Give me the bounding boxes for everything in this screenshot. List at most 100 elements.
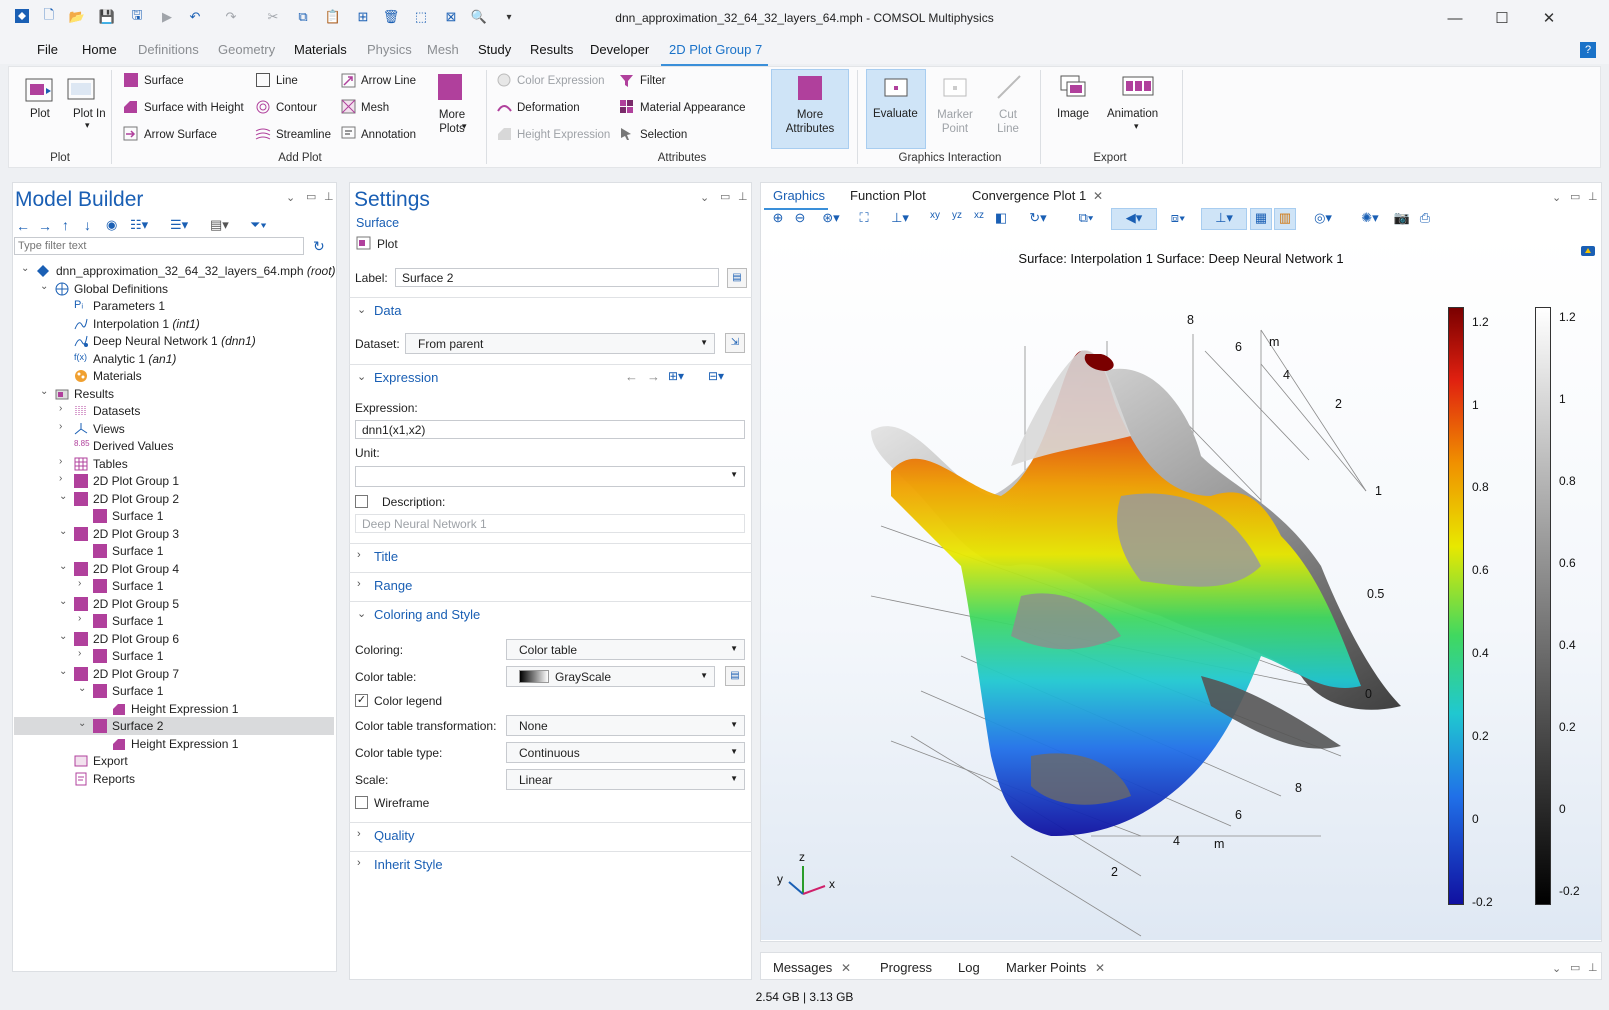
yz-plane-icon[interactable]: yz: [947, 210, 967, 228]
panel-menu-icon[interactable]: ⌄: [286, 191, 295, 204]
tab-marker-points[interactable]: Marker Points: [1006, 960, 1086, 975]
copy-icon[interactable]: ⧉: [294, 8, 312, 26]
quality-section-header[interactable]: › Quality: [349, 822, 752, 848]
tree-item-datasets[interactable]: › Datasets: [14, 402, 334, 420]
tree-item-2d-plot-group-6[interactable]: ⌄ 2D Plot Group 6: [14, 630, 334, 648]
streamline-button[interactable]: Streamline: [276, 129, 331, 141]
surface-button[interactable]: Surface: [144, 75, 184, 87]
color-legend-checkbox[interactable]: ✓: [355, 694, 368, 707]
label-options-icon[interactable]: ▤: [727, 268, 747, 288]
contour-button[interactable]: Contour: [276, 102, 317, 114]
maximize-button[interactable]: ☐: [1487, 6, 1517, 30]
animation-dropdown-icon[interactable]: ▾: [1134, 121, 1139, 132]
material-appearance-button[interactable]: Material Appearance: [640, 102, 745, 114]
panel-minimize-icon[interactable]: ▭: [306, 190, 316, 203]
panel-pin-icon[interactable]: ⊥: [1588, 961, 1598, 974]
color-expression-button[interactable]: Color Expression: [517, 75, 605, 87]
transformation-select[interactable]: None ▼: [506, 715, 745, 736]
save-as-icon[interactable]: 🖫: [128, 7, 146, 26]
plot-in-button[interactable]: Plot In: [73, 108, 106, 120]
tab-home[interactable]: Home: [82, 42, 117, 57]
coloring-section-header[interactable]: ⌄ Coloring and Style: [349, 601, 752, 627]
unit-select[interactable]: ▼: [355, 466, 745, 487]
run-icon[interactable]: ▶: [158, 8, 176, 26]
undo-icon[interactable]: ↶: [186, 8, 204, 26]
tree-item-2d-plot-group-3[interactable]: ⌄ 2D Plot Group 3: [14, 525, 334, 543]
go-to-default-view-icon[interactable]: ◧: [991, 210, 1011, 228]
tree-item-views[interactable]: › Views: [14, 420, 334, 438]
mesh-button[interactable]: Mesh: [361, 102, 389, 114]
refresh-icon[interactable]: ↻: [313, 238, 325, 255]
tree-item-2d-plot-group-5[interactable]: ⌄ 2D Plot Group 5: [14, 595, 334, 613]
tree-item-surface[interactable]: › Surface 1: [14, 577, 334, 595]
zoom-extents-icon[interactable]: ⛶: [854, 210, 874, 228]
tab-study[interactable]: Study: [478, 42, 511, 57]
panel-minimize-icon[interactable]: ▭: [1570, 961, 1580, 974]
tab-materials[interactable]: Materials: [294, 42, 347, 57]
tree-item-export[interactable]: Export: [14, 752, 334, 770]
zoom-doc-icon[interactable]: 🔍: [470, 8, 488, 26]
minimize-button[interactable]: —: [1440, 6, 1470, 30]
wireframe-checkbox[interactable]: [355, 796, 368, 809]
tree-item-2d-plot-group-7[interactable]: ⌄ 2D Plot Group 7: [14, 665, 334, 683]
insert-expression-icon[interactable]: ⊞▾: [668, 369, 684, 383]
customize-toolbar-icon[interactable]: ▾: [500, 8, 518, 26]
zoom-box-icon[interactable]: ⊛▾: [813, 210, 849, 228]
save-icon[interactable]: 💾: [98, 8, 116, 26]
tab-convergence-plot[interactable]: Convergence Plot 1: [972, 188, 1086, 203]
tree-item-global-definitions[interactable]: ⌄ Global Definitions: [14, 280, 334, 298]
reset-icon[interactable]: ✺▾: [1352, 210, 1388, 228]
tab-function-plot[interactable]: Function Plot: [850, 188, 926, 203]
go-to-source-icon[interactable]: ⇲: [725, 333, 745, 353]
open-folder-icon[interactable]: 📂: [68, 8, 86, 26]
data-section-header[interactable]: ⌄ Data: [349, 297, 752, 323]
next-arrow-icon[interactable]: →: [647, 369, 660, 384]
previous-arrow-icon[interactable]: ←: [625, 369, 638, 384]
cut-line-button[interactable]: Cut Line: [988, 108, 1028, 136]
tab-graphics[interactable]: Graphics: [773, 188, 825, 203]
tab-messages[interactable]: Messages: [773, 960, 832, 975]
selection-button[interactable]: Selection: [640, 129, 687, 141]
annotation-button[interactable]: Annotation: [361, 129, 416, 141]
zoom-in-icon[interactable]: ⊕: [768, 210, 788, 228]
animation-button[interactable]: Animation: [1107, 108, 1158, 120]
panel-minimize-icon[interactable]: ▭: [1570, 190, 1580, 203]
tab-mesh[interactable]: Mesh: [427, 42, 459, 57]
redo-icon[interactable]: ↷: [222, 8, 240, 26]
description-input[interactable]: Deep Neural Network 1: [355, 514, 745, 533]
color-table-type-select[interactable]: Continuous ▼: [506, 742, 745, 763]
tree-item-derived-values[interactable]: 8.85 Derived Values: [14, 437, 334, 455]
tree-item-tables[interactable]: › Tables: [14, 455, 334, 473]
tree-item-materials[interactable]: Materials: [14, 367, 334, 385]
tree-item-2d-plot-group-1[interactable]: › 2D Plot Group 1: [14, 472, 334, 490]
move-down-icon[interactable]: ↓: [84, 217, 91, 233]
move-up-icon[interactable]: ↑: [62, 217, 69, 233]
collapse-all-icon[interactable]: ☰▾: [170, 217, 188, 233]
filter-button[interactable]: Filter: [640, 75, 666, 87]
tree-item-surface[interactable]: Surface 1: [14, 542, 334, 560]
tab-2d-plot-group-7[interactable]: 2D Plot Group 7: [669, 42, 762, 57]
tree-item-deep-neural-network[interactable]: Deep Neural Network 1 (dnn1): [14, 332, 334, 350]
expression-section-header[interactable]: ⌄ Expression: [349, 364, 752, 390]
coloring-select[interactable]: Color table ▼: [506, 639, 745, 660]
panel-minimize-icon[interactable]: ▭: [720, 190, 730, 203]
tab-results[interactable]: Results: [530, 42, 573, 57]
camera-dropdown-icon[interactable]: ⧉▾: [1068, 210, 1104, 228]
select-icon[interactable]: ⬚: [412, 8, 430, 26]
marker-point-button[interactable]: Marker Point: [936, 108, 974, 136]
screenshot-camera-icon[interactable]: 📷: [1392, 210, 1412, 228]
expand-all-icon[interactable]: ☷▾: [130, 217, 148, 233]
xy-plane-icon[interactable]: xy: [925, 210, 945, 228]
tree-item-surface[interactable]: › Surface 1: [14, 612, 334, 630]
tab-geometry[interactable]: Geometry: [218, 42, 275, 57]
delete-icon[interactable]: 🗑: [382, 8, 400, 26]
image-button[interactable]: Image: [1057, 108, 1089, 120]
tree-item-surface-2-selected[interactable]: ⌄ Surface 2: [14, 717, 334, 735]
deformation-button[interactable]: Deformation: [517, 102, 580, 114]
duplicate-icon[interactable]: ⊞: [354, 8, 372, 26]
tab-log[interactable]: Log: [958, 960, 980, 975]
view-options-icon[interactable]: ▤▾: [210, 217, 229, 233]
tree-item-2d-plot-group-2[interactable]: ⌄ 2D Plot Group 2: [14, 490, 334, 508]
views-dropdown-icon[interactable]: ⊥▾: [882, 210, 918, 228]
inherit-style-section-header[interactable]: › Inherit Style: [349, 851, 752, 877]
